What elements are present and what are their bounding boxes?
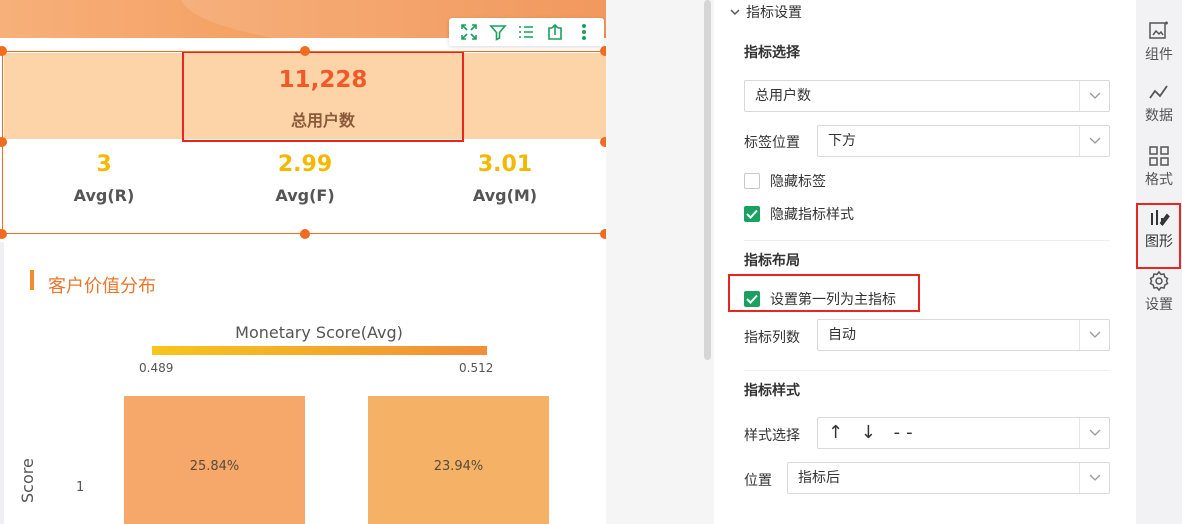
position-select[interactable]: 指标后 — [787, 462, 1110, 494]
checkmark-icon — [744, 291, 760, 307]
more-icon[interactable] — [573, 21, 595, 43]
data-icon — [1149, 85, 1168, 99]
rail-label: 设置 — [1145, 297, 1173, 313]
title-accent-bar — [30, 270, 34, 290]
legend-min: 0.489 — [139, 361, 174, 375]
label-position-select[interactable]: 下方 — [817, 125, 1110, 157]
resize-handle-n[interactable] — [300, 46, 310, 56]
select-value: 自动 — [828, 327, 856, 343]
heatmap-widget[interactable]: 客户价值分布 Monetary Score(Avg) 0.489 0.512 2… — [4, 241, 606, 524]
scroll-gutter — [606, 0, 714, 524]
rail-item-data[interactable]: 数据 — [1136, 83, 1182, 125]
indicator-select[interactable]: 总用户数 — [744, 80, 1110, 112]
hide-style-checkbox[interactable]: 隐藏指标样式 — [744, 204, 854, 224]
checkbox-label: 隐藏标签 — [770, 174, 826, 190]
settings-panel: 指标设置 指标选择 总用户数 标签位置 下方 隐藏标签 隐藏指标样式 指标布局 … — [714, 0, 1136, 524]
group-title-layout: 指标布局 — [744, 253, 800, 269]
heatmap-cell[interactable]: 25.84% — [124, 396, 305, 524]
resize-handle-s[interactable] — [300, 229, 310, 239]
group-title-style: 指标样式 — [744, 383, 800, 399]
label-position-label: 标签位置 — [744, 135, 800, 151]
row-tick-label: 1 — [76, 480, 85, 495]
group-title-indicator-select: 指标选择 — [744, 45, 800, 61]
expand-icon[interactable] — [458, 21, 480, 43]
cell-label: 23.94% — [433, 458, 484, 474]
filter-icon[interactable] — [487, 21, 509, 43]
checkbox-box — [744, 173, 760, 189]
chevron-down-icon — [1079, 126, 1109, 156]
legend-gradient-bar — [152, 346, 487, 355]
style-select-label: 样式选择 — [744, 428, 800, 444]
section-title: 指标设置 — [746, 5, 802, 21]
settings-icon — [1149, 270, 1169, 292]
resize-handle-sw[interactable] — [0, 229, 7, 239]
rail-label: 组件 — [1145, 47, 1173, 63]
rail-label: 数据 — [1145, 108, 1173, 124]
section-header[interactable]: 指标设置 — [730, 2, 802, 22]
checkbox-label: 隐藏指标样式 — [770, 207, 854, 223]
chevron-down-icon — [1079, 81, 1109, 111]
highlight-frame — [1136, 203, 1181, 269]
selection-frame — [2, 51, 606, 234]
rail-label: 格式 — [1145, 172, 1173, 188]
columns-select[interactable]: 自动 — [817, 319, 1110, 351]
select-value: 下方 — [828, 133, 856, 149]
component-icon — [1149, 21, 1168, 39]
export-icon[interactable] — [544, 21, 566, 43]
cell-label: 25.84% — [189, 458, 240, 474]
chevron-down-icon — [1079, 463, 1109, 493]
scrollbar-thumb[interactable] — [704, 0, 711, 360]
position-label: 位置 — [744, 473, 772, 489]
format-icon — [1149, 146, 1169, 166]
hide-label-checkbox[interactable]: 隐藏标签 — [744, 171, 826, 191]
heatmap-cell[interactable]: 23.94% — [368, 396, 549, 524]
rail-item-component[interactable]: 组件 — [1136, 20, 1182, 64]
widget-toolbar — [449, 18, 604, 46]
select-value: 指标后 — [798, 470, 840, 486]
chart-title: 客户价值分布 — [48, 276, 156, 297]
rail-item-format[interactable]: 格式 — [1136, 145, 1182, 189]
dashboard-canvas: 11,228 总用户数 3 Avg(R) 2.99 Avg(F) 3.01 Av… — [0, 0, 606, 524]
right-icon-rail: 组件 数据 格式 图形 设置 — [1136, 0, 1182, 524]
kpi-widget[interactable]: 11,228 总用户数 3 Avg(R) 2.99 Avg(F) 3.01 Av… — [0, 38, 606, 242]
style-select[interactable]: ↑ ↓ -- — [817, 417, 1110, 449]
checkmark-icon — [744, 206, 760, 222]
divider — [744, 370, 1110, 371]
y-axis-label: Score — [18, 458, 37, 503]
divider — [744, 240, 1110, 241]
legend-max: 0.512 — [459, 361, 494, 375]
list-icon[interactable] — [515, 21, 537, 43]
legend-title: Monetary Score(Avg) — [235, 323, 403, 342]
columns-label: 指标列数 — [744, 330, 800, 346]
select-value: 总用户数 — [755, 88, 811, 104]
select-value: ↑ ↓ -- — [828, 422, 919, 443]
first-column-main-checkbox[interactable]: 设置第一列为主指标 — [744, 289, 896, 309]
chevron-down-icon — [730, 5, 740, 21]
chevron-down-icon — [1079, 320, 1109, 350]
checkbox-label: 设置第一列为主指标 — [770, 292, 896, 308]
chevron-down-icon — [1079, 418, 1109, 448]
rail-item-settings[interactable]: 设置 — [1136, 270, 1182, 314]
